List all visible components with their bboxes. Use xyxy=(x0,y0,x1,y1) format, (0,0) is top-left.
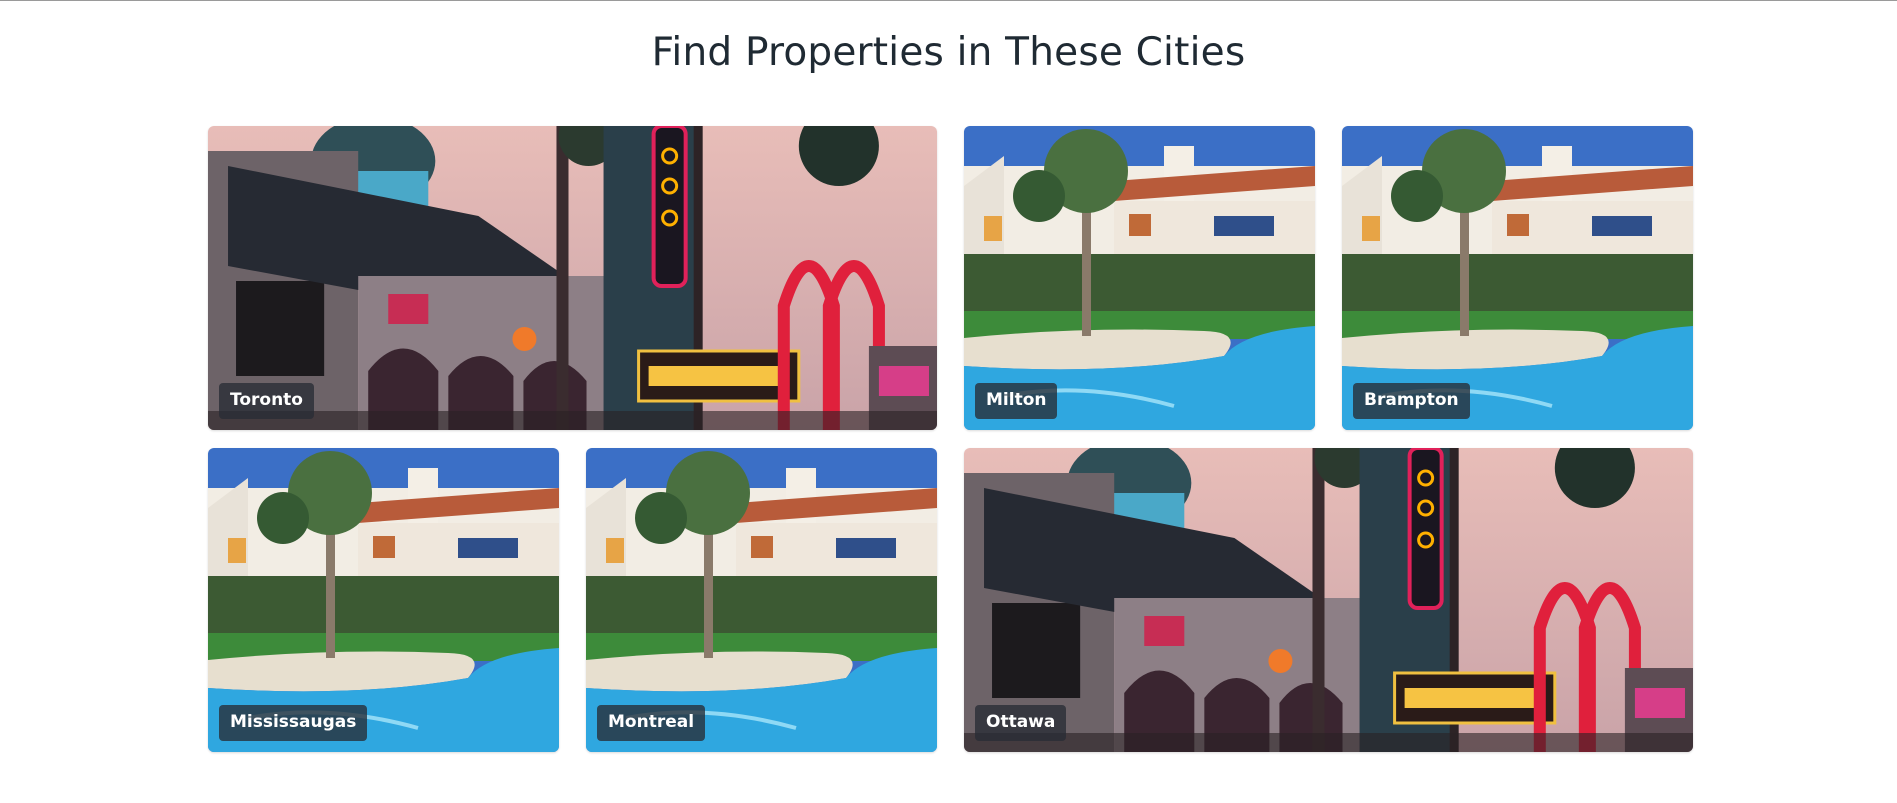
page: Find Properties in These Cities Toronto … xyxy=(0,0,1897,803)
city-card-mississaugas[interactable]: Mississaugas xyxy=(208,448,559,752)
city-grid: Toronto Milton Brampton Mississaugas Mon… xyxy=(208,126,1693,752)
top-divider xyxy=(0,0,1897,1)
city-label: Milton xyxy=(975,383,1058,419)
city-card-ottawa[interactable]: Ottawa xyxy=(964,448,1693,752)
city-label: Brampton xyxy=(1353,383,1470,419)
city-card-brampton[interactable]: Brampton xyxy=(1342,126,1693,430)
city-label: Ottawa xyxy=(975,705,1067,741)
city-label: Montreal xyxy=(597,705,706,741)
section-title: Find Properties in These Cities xyxy=(651,30,1246,75)
neon-street-image xyxy=(208,126,937,430)
city-label: Toronto xyxy=(219,383,314,419)
city-card-montreal[interactable]: Montreal xyxy=(586,448,937,752)
city-card-milton[interactable]: Milton xyxy=(964,126,1315,430)
city-label: Mississaugas xyxy=(219,705,368,741)
city-card-toronto[interactable]: Toronto xyxy=(208,126,937,430)
neon-street-image xyxy=(964,448,1693,752)
